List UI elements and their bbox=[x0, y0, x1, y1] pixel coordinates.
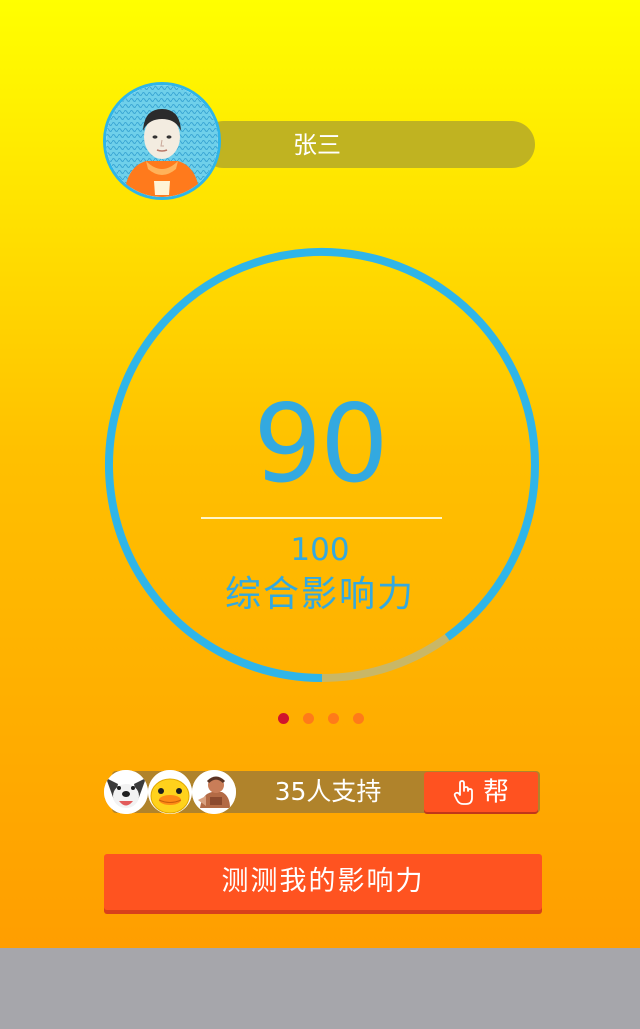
page-dot[interactable] bbox=[328, 713, 339, 724]
help-button[interactable]: 帮 bbox=[424, 772, 538, 812]
bottom-footer-area bbox=[0, 948, 640, 1029]
supporter-avatar[interactable] bbox=[192, 770, 236, 814]
score-divider bbox=[201, 517, 442, 519]
test-influence-button[interactable]: 测测我的影响力 bbox=[104, 854, 542, 910]
support-count: 35人支持 bbox=[274, 777, 382, 806]
supporter-avatar[interactable] bbox=[104, 770, 148, 814]
page-dot[interactable] bbox=[353, 713, 364, 724]
cartoon-character-icon bbox=[192, 770, 236, 814]
page-dot[interactable] bbox=[303, 713, 314, 724]
page-dot-active[interactable] bbox=[278, 713, 289, 724]
pointing-hand-icon bbox=[453, 779, 473, 805]
influence-score: 90 bbox=[253, 382, 388, 507]
yellow-duck-icon bbox=[148, 770, 192, 814]
influence-screen: 张三 90 100 综合影响力 35人支持 帮 测测我的影响力 bbox=[0, 0, 640, 948]
influence-total: 100 bbox=[290, 532, 350, 568]
supporter-avatar[interactable] bbox=[148, 770, 192, 814]
dog-face-icon bbox=[104, 770, 148, 814]
help-button-label: 帮 bbox=[482, 777, 509, 808]
influence-label: 综合影响力 bbox=[224, 574, 415, 615]
